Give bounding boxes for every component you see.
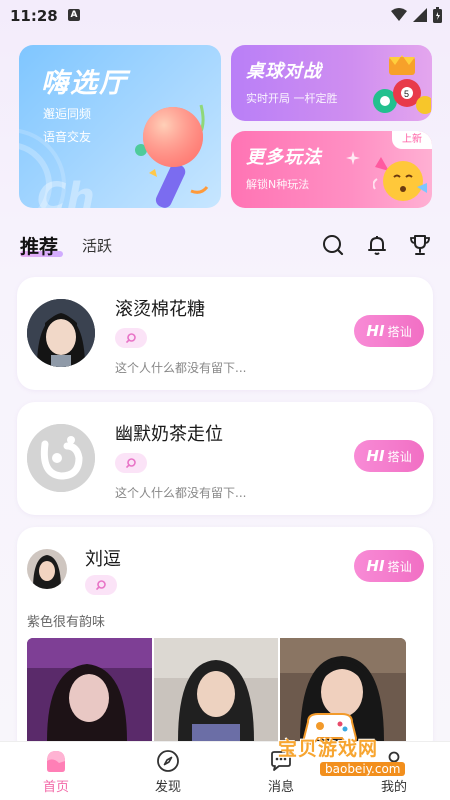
banner-big-line1: 邂逅同频 — [43, 107, 92, 121]
photo-image — [154, 638, 278, 741]
banner-more-subtitle: 解锁N种玩法 — [246, 178, 310, 191]
user-card[interactable]: 幽默奶茶走位 这个人什么都没有留下... HI 搭讪 — [17, 402, 433, 515]
watermark-text: 宝贝游戏网 — [278, 738, 379, 760]
avatar-photo — [27, 549, 67, 589]
billiard-balls-icon: 5 — [373, 55, 431, 114]
wifi-icon — [391, 8, 407, 21]
compass-icon — [157, 749, 179, 772]
photo-thumbnail[interactable] — [154, 638, 278, 741]
magnifier-icon — [126, 333, 136, 343]
magnifier-icon — [96, 580, 106, 590]
user-name: 幽默奶茶走位 — [115, 424, 223, 445]
avatar — [27, 424, 95, 492]
avatar — [27, 549, 67, 589]
greet-hi: HI — [366, 557, 385, 575]
banner-billiards-title: 桌球对战 — [246, 61, 322, 82]
sparkle-icon — [346, 151, 360, 165]
user-bio: 这个人什么都没有留下... — [115, 486, 247, 500]
photo-image — [27, 638, 152, 741]
greet-button[interactable]: HI 搭讪 — [354, 550, 424, 582]
default-avatar-icon — [27, 424, 95, 492]
watermark-url: baobeiy.com — [320, 762, 406, 776]
tab-active[interactable]: 活跃 — [82, 235, 112, 256]
user-card[interactable]: 滚烫棉花糖 这个人什么都没有留下... HI 搭讪 — [17, 277, 433, 390]
banner-big-ghost-text: Ch — [37, 175, 95, 208]
photo-thumbnail[interactable] — [27, 638, 152, 741]
avatar — [27, 299, 95, 367]
greet-button[interactable]: HI 搭讪 — [354, 440, 424, 472]
greet-hi: HI — [366, 447, 385, 465]
magnifier-icon — [126, 458, 136, 468]
voice-tag — [85, 575, 117, 595]
home-icon — [47, 750, 65, 772]
search-icon[interactable] — [321, 233, 345, 257]
banner-big-line2: 语音交友 — [43, 130, 92, 144]
status-icons — [391, 7, 442, 23]
status-bar: 11:28 A — [0, 0, 450, 32]
user-bio: 这个人什么都没有留下... — [115, 361, 247, 375]
greet-label: 搭讪 — [387, 324, 412, 339]
voice-tag — [115, 453, 147, 473]
greet-hi: HI — [366, 322, 385, 340]
trophy-icon[interactable] — [408, 233, 432, 257]
banner-more-title: 更多玩法 — [246, 147, 322, 168]
banner-billiards[interactable]: 桌球对战 实时开局 一杆定胜 5 — [231, 45, 432, 121]
greet-button[interactable]: HI 搭讪 — [354, 315, 424, 347]
user-name: 滚烫棉花糖 — [115, 299, 205, 320]
greet-label: 搭讪 — [387, 449, 412, 464]
nav-home[interactable]: 首页 — [0, 742, 112, 800]
notification-icon: A — [68, 9, 80, 21]
avatar-photo — [27, 299, 95, 367]
microphone-icon — [135, 104, 209, 208]
user-name: 刘逗 — [85, 549, 121, 570]
status-time: 11:28 — [10, 7, 58, 25]
user-bio: 紫色很有韵味 — [27, 615, 106, 630]
greet-label: 搭讪 — [387, 559, 412, 574]
signal-icon — [413, 8, 427, 22]
bell-icon[interactable] — [365, 233, 389, 257]
banner-voice-hall[interactable]: 嗨选厅 邂逅同频 语音交友 Ch — [19, 45, 221, 208]
nav-home-label: 首页 — [42, 779, 69, 795]
voice-tag — [115, 328, 147, 348]
nav-discover-label: 发现 — [154, 779, 181, 795]
banner-billiards-subtitle: 实时开局 一杆定胜 — [246, 92, 338, 105]
svg-text:5: 5 — [404, 89, 409, 99]
nav-discover[interactable]: 发现 — [112, 742, 224, 800]
battery-icon — [433, 7, 442, 23]
nav-profile-label: 我的 — [380, 779, 407, 795]
nav-messages-label: 消息 — [267, 779, 294, 795]
new-badge: 上新 — [392, 131, 432, 149]
banner-more-games[interactable]: 更多玩法 解锁N种玩法 上新 — [231, 131, 432, 208]
party-emoji-icon — [373, 157, 427, 201]
tab-recommend[interactable]: 推荐 — [20, 232, 58, 259]
